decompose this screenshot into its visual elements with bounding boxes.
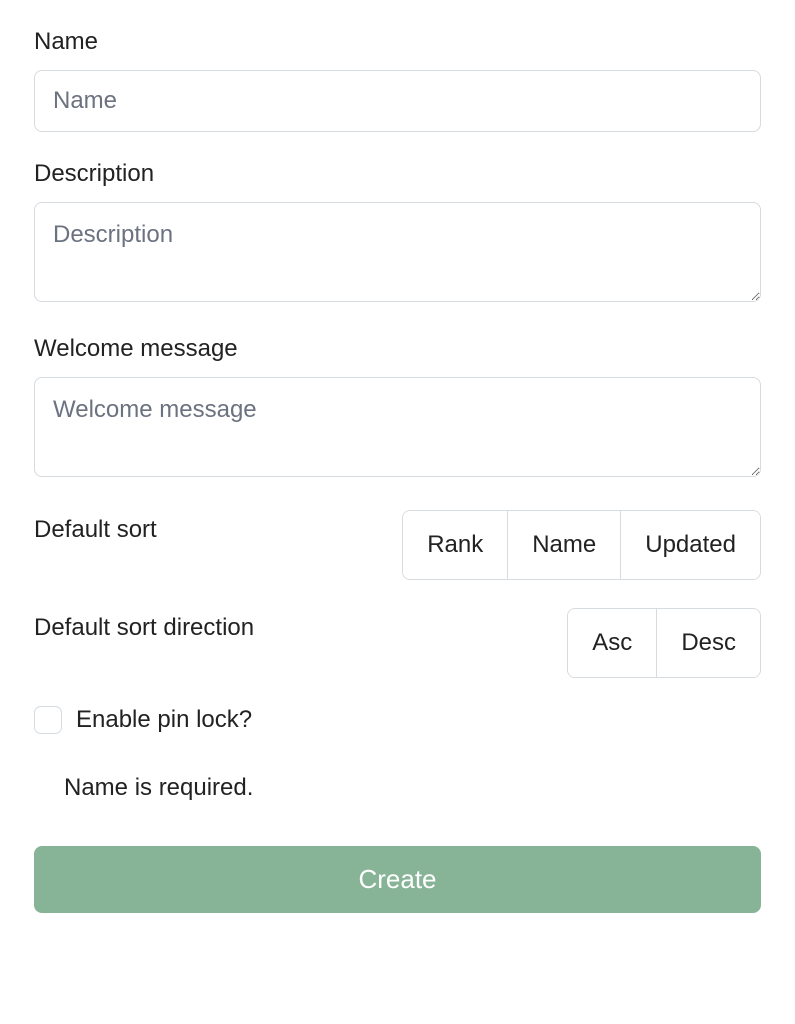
- default-sort-direction-segmented: Asc Desc: [567, 608, 761, 678]
- sort-option-name[interactable]: Name: [508, 511, 621, 579]
- name-label: Name: [34, 28, 761, 56]
- default-sort-label: Default sort: [34, 510, 157, 544]
- name-input[interactable]: [34, 70, 761, 132]
- sort-direction-desc[interactable]: Desc: [657, 609, 760, 677]
- default-sort-direction-label: Default sort direction: [34, 608, 254, 642]
- description-label: Description: [34, 160, 761, 188]
- validation-message: Name is required.: [34, 774, 761, 802]
- create-button[interactable]: Create: [34, 846, 761, 913]
- sort-option-rank[interactable]: Rank: [403, 511, 508, 579]
- enable-pin-lock-checkbox[interactable]: [34, 706, 62, 734]
- welcome-message-input[interactable]: [34, 377, 761, 477]
- description-input[interactable]: [34, 202, 761, 302]
- default-sort-segmented: Rank Name Updated: [402, 510, 761, 580]
- welcome-message-label: Welcome message: [34, 335, 761, 363]
- enable-pin-lock-label: Enable pin lock?: [76, 706, 252, 734]
- sort-direction-asc[interactable]: Asc: [568, 609, 657, 677]
- sort-option-updated[interactable]: Updated: [621, 511, 760, 579]
